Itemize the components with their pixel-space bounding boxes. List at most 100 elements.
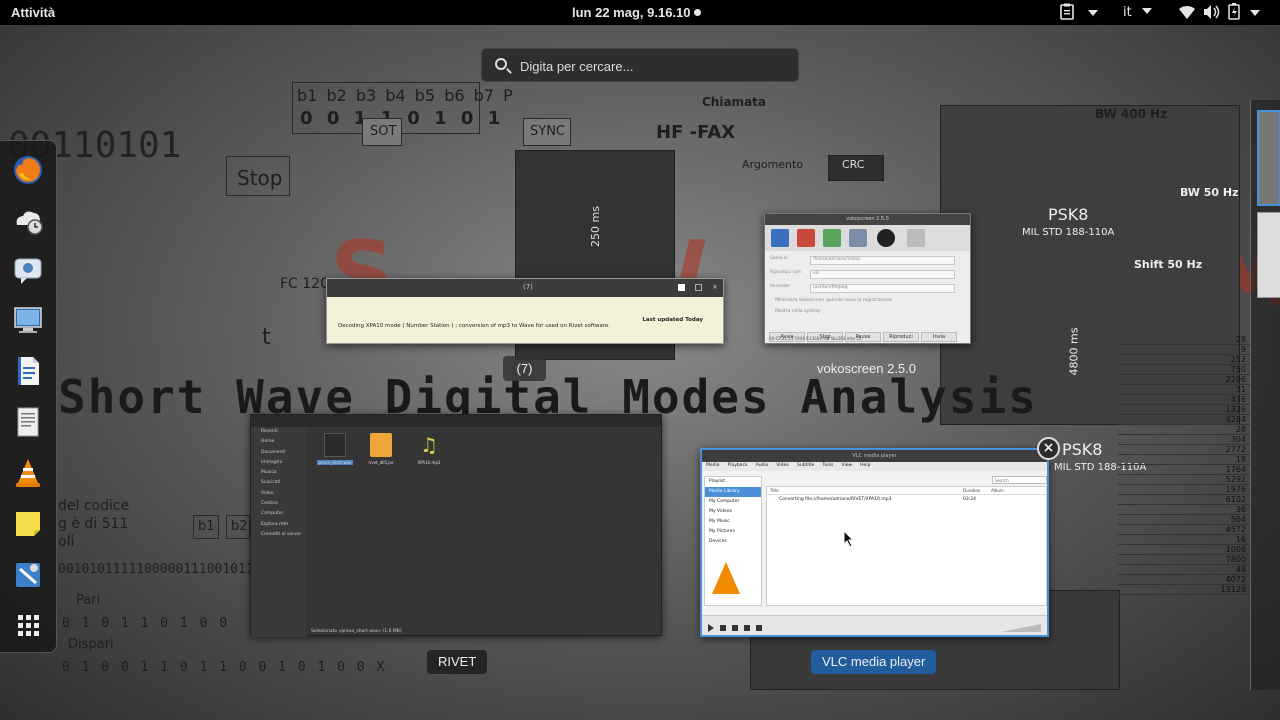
show-applications-icon[interactable] xyxy=(11,608,45,642)
column-header[interactable]: Title xyxy=(770,488,779,493)
info-tab-icon[interactable] xyxy=(907,229,925,247)
close-window-button[interactable]: × xyxy=(1037,437,1060,460)
file-item[interactable]: prova_short.wav xyxy=(315,433,355,465)
menu-item[interactable]: Video xyxy=(776,463,789,468)
table-cell: 1976 xyxy=(1118,485,1250,495)
setting-value-field[interactable]: /home/adriano/Video xyxy=(810,256,955,265)
table-cell: 48 xyxy=(1118,565,1250,575)
notes-icon[interactable] xyxy=(11,507,45,541)
backup-icon[interactable] xyxy=(11,203,45,237)
rivet-file-manager-window[interactable]: Recenti Home Documenti Immagini Musica S… xyxy=(250,414,662,637)
wallpaper-psk8-b: PSK8 xyxy=(1062,440,1103,459)
sidebar-item[interactable]: Computer xyxy=(251,509,307,519)
text-editor-icon[interactable] xyxy=(11,405,45,439)
table-cell: 31 xyxy=(1118,385,1250,395)
table-cell: 7800 xyxy=(1118,555,1250,565)
file-item[interactable]: rivet_dll5.jar xyxy=(361,433,401,465)
screen-icon[interactable] xyxy=(11,303,45,337)
clipboard-icon xyxy=(1060,3,1074,20)
column-header[interactable]: Album xyxy=(991,488,1004,493)
search-input[interactable] xyxy=(520,56,780,76)
language-menu[interactable]: it xyxy=(1123,5,1152,25)
row-title: Converting file:///home/adriano/RIVET/XP… xyxy=(779,497,892,502)
sidebar-item[interactable]: Connetti al server xyxy=(251,530,307,540)
notification-window[interactable]: (7) × Last updated Today Decoding XPA10 … xyxy=(326,278,724,344)
menu-item[interactable]: Media xyxy=(706,463,720,468)
playlist-search-input[interactable] xyxy=(992,476,1047,484)
setting-value-field[interactable]: vlc xyxy=(810,270,955,279)
wallpaper-mil-std: MIL STD 188-110A xyxy=(1022,227,1115,238)
last-updated: Last updated Today xyxy=(642,317,703,323)
video-tab-icon[interactable] xyxy=(823,229,841,247)
menu-item[interactable]: Help xyxy=(860,463,870,468)
maximize-icon[interactable] xyxy=(678,284,685,291)
system-menu[interactable] xyxy=(1178,3,1261,23)
wallpaper-stop: Stop xyxy=(237,166,283,190)
sidebar-item[interactable]: Home xyxy=(251,437,307,447)
playlist-item[interactable]: My Videos xyxy=(705,507,761,517)
sidebar-item[interactable]: Scaricati xyxy=(251,478,307,488)
sidebar-item[interactable]: Musica xyxy=(251,468,307,478)
table-cell: 28 xyxy=(1118,425,1250,435)
table-cell: 1764 xyxy=(1118,465,1250,475)
search-bar[interactable] xyxy=(481,48,799,82)
clipboard-menu[interactable] xyxy=(1060,3,1099,23)
volume-slider[interactable] xyxy=(1001,624,1041,632)
vlc-window[interactable]: VLC media player Media Playback Audio Video… xyxy=(700,448,1049,637)
table-cell: 252 xyxy=(1118,355,1250,365)
audio-tab-icon[interactable] xyxy=(797,229,815,247)
playlist-item[interactable]: My Computer xyxy=(705,497,761,507)
music-file-icon: ♫ xyxy=(420,433,438,457)
playlist-item[interactable]: My Pictures xyxy=(705,527,761,537)
sidebar-item[interactable]: Documenti xyxy=(251,448,307,458)
workspace-thumbnail-active[interactable] xyxy=(1257,110,1280,206)
mouse-cursor-icon xyxy=(843,530,855,548)
writer-document-icon[interactable] xyxy=(11,354,45,388)
playlist-item[interactable]: Media Library xyxy=(705,487,761,497)
wallpaper-pari: Pari xyxy=(76,593,101,608)
wallpaper-psk8: PSK8 xyxy=(1048,205,1089,224)
restore-icon[interactable] xyxy=(695,284,702,291)
menu-item[interactable]: Subtitle xyxy=(797,463,814,468)
vokoscreen-window[interactable]: vokoscreen 2.5.0 Salva in/home/adriano/V… xyxy=(764,213,971,344)
close-icon[interactable]: × xyxy=(712,284,719,291)
clock[interactable]: lun 22 mag, 9.16.10 xyxy=(572,5,701,20)
menu-item[interactable]: Tools xyxy=(822,463,833,468)
sidebar-item[interactable]: Immagini xyxy=(251,458,307,468)
firefox-icon[interactable] xyxy=(11,153,45,187)
menu-item[interactable]: Playback xyxy=(728,463,748,468)
setting-value-field[interactable]: /usr/bin/ffmpeg xyxy=(810,284,955,293)
transport-icons[interactable] xyxy=(706,623,786,633)
play-button[interactable]: Riproduci xyxy=(883,332,919,342)
table-row[interactable]: Converting file:///home/adriano/RIVET/XP… xyxy=(767,495,1046,504)
vlc-icon[interactable] xyxy=(11,456,45,490)
chat-icon[interactable] xyxy=(11,253,45,287)
sidebar-item[interactable]: Recenti xyxy=(251,427,307,437)
minimize-checkbox[interactable]: Minimizza Vokoscreen quando inizia la re… xyxy=(775,298,971,307)
menu-item[interactable]: Audio xyxy=(756,463,769,468)
playlist-item[interactable]: My Music xyxy=(705,517,761,527)
sidebar-item[interactable]: Cestino xyxy=(251,499,307,509)
menu-item[interactable]: View xyxy=(841,463,852,468)
wallpaper-table: 28 9 252 750 2296 31 476 1326 4284 28 30… xyxy=(1118,335,1250,595)
column-header[interactable]: Duration xyxy=(963,488,980,493)
playlist-item[interactable]: Devices xyxy=(705,537,761,547)
settings-tab-icon[interactable] xyxy=(849,229,867,247)
sidebar-item[interactable]: Video xyxy=(251,489,307,499)
activities-button[interactable]: Attività xyxy=(11,5,55,20)
webcam-tab-icon[interactable] xyxy=(877,229,895,247)
bit-header-cell: b1 xyxy=(297,86,318,105)
wallpaper-argomento: Argomento xyxy=(742,158,804,171)
sidebar-item[interactable]: Esplora rete xyxy=(251,520,307,530)
send-button[interactable]: Invia xyxy=(921,332,957,342)
screen-tab-icon[interactable] xyxy=(771,229,789,247)
software-icon[interactable] xyxy=(11,557,45,591)
systray-checkbox[interactable]: Mostra nella systray xyxy=(775,309,971,318)
wallpaper-codice: del codice g è di 511 oli xyxy=(58,498,130,550)
bit-header-cell: b4 xyxy=(385,86,406,105)
table-cell: 2296 xyxy=(1118,375,1250,385)
window-count-badge: (7) xyxy=(503,356,546,381)
workspace-thumbnail[interactable] xyxy=(1257,212,1280,298)
playlist-item[interactable]: Playlist xyxy=(705,477,761,487)
file-item[interactable]: ♫ XPA10.mp3 xyxy=(409,433,449,465)
